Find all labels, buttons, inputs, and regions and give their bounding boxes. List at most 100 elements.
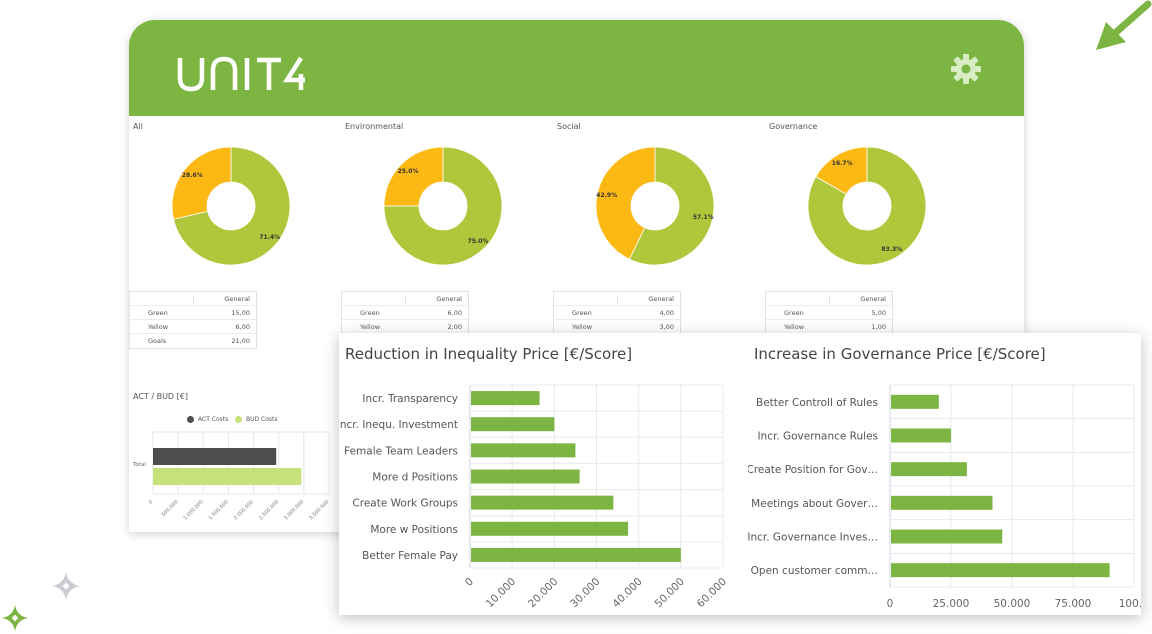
y-category-label: Total	[132, 462, 146, 468]
x-tick-label: 40.000	[610, 576, 644, 610]
act-bud-chart-panel: ACT / BUD [€] ACT Costs BUD Costs 0 500.0…	[129, 386, 339, 532]
legend-item-act[interactable]: ACT Costs	[187, 416, 228, 423]
summary-table-social: General Green 4,00 Yellow 3,00	[553, 291, 681, 335]
donut-title: All	[133, 122, 143, 131]
column-header: General	[860, 294, 886, 303]
unit4-logo: UNIT4	[177, 56, 305, 92]
column-header: General	[224, 294, 250, 303]
donut-segment-yellow[interactable]	[383, 146, 444, 207]
column-header: General	[648, 294, 674, 303]
bar[interactable]	[471, 547, 681, 562]
y-category-label: Create Work Groups	[352, 498, 458, 510]
x-tick-label: 20.000	[526, 576, 560, 610]
donut-segment-yellow[interactable]	[171, 146, 232, 220]
x-tick-label: 25.000	[933, 598, 970, 610]
x-tick-label: 0	[463, 576, 476, 589]
x-tick-label: 1.000.000	[182, 499, 204, 521]
summary-table-environmental: General Green 6,00 Yellow 2,00	[341, 291, 469, 335]
row-value: 1,00	[871, 323, 886, 331]
donut-data-label: 71.4%	[259, 234, 280, 241]
y-category-label: Incr. Governance Rules	[757, 431, 878, 443]
table-row: Green 6,00	[342, 306, 468, 320]
donut-title: Social	[557, 122, 581, 131]
y-category-label: Female Team Leaders	[344, 445, 458, 457]
bar[interactable]	[471, 417, 555, 432]
arrow-down-left-icon	[1096, 0, 1152, 50]
y-category-label: Incr. Governance Inves…	[748, 532, 878, 544]
legend-dot	[235, 416, 242, 423]
donut-chart: 57.1% 42.9%	[595, 146, 715, 266]
summary-table-governance: General Green 5,00 Yellow 1,00	[765, 291, 893, 335]
table-row: Green 15,00	[130, 306, 256, 320]
x-tick-label: 2.500.000	[258, 499, 280, 521]
row-value: 21,00	[231, 337, 250, 345]
row-value: 15,00	[231, 308, 250, 317]
bar[interactable]	[891, 495, 993, 510]
table-row: Yellow 6,00	[130, 320, 256, 334]
table-row: Yellow 3,00	[554, 320, 680, 334]
row-value: 4,00	[659, 308, 674, 317]
bar[interactable]	[471, 443, 576, 458]
row-label: Goals	[148, 337, 167, 345]
x-tick-label: 0	[148, 499, 154, 505]
row-label: Green	[784, 308, 804, 317]
x-tick-label: 50.000	[994, 598, 1031, 610]
chart-title: ACT / BUD [€]	[133, 392, 188, 401]
bar[interactable]	[891, 428, 951, 443]
table-row: Green 5,00	[766, 306, 892, 320]
bar-bud-costs[interactable]	[153, 468, 302, 485]
sparkle-icon	[52, 572, 80, 600]
x-tick-label: 2.000.000	[233, 499, 255, 521]
table-row: Yellow 2,00	[342, 320, 468, 334]
bar[interactable]	[471, 469, 580, 484]
bar[interactable]	[471, 495, 614, 510]
donut-data-label: 28.6%	[182, 172, 203, 179]
row-label: Yellow	[572, 323, 593, 331]
act-bud-bar-chart: 0 500.000 1.000.000 1.500.000 2.000.000 2.500…	[132, 431, 330, 521]
bar-act-costs[interactable]	[153, 448, 277, 465]
x-tick-label: 1.500.000	[208, 499, 230, 521]
donut-chart: 83.3% 16.7%	[807, 146, 927, 266]
donut-chart: 75.0% 25.0%	[383, 146, 503, 266]
x-tick-label: 3.500.000	[308, 499, 330, 521]
inequality-price-chart: Reduction in Inequality Price [€/Score] …	[339, 333, 739, 615]
x-tick-label: 10.000	[484, 576, 518, 610]
x-tick-label: 0	[887, 598, 894, 610]
row-label: Yellow	[360, 323, 381, 331]
x-tick-label: 100…	[1119, 598, 1141, 610]
y-category-label: Meetings about Gover…	[751, 498, 878, 510]
column-header: General	[436, 294, 462, 303]
x-tick-label: 60.000	[695, 576, 729, 610]
y-category-label: Better Controll of Rules	[756, 397, 878, 409]
legend-label: ACT Costs	[198, 416, 229, 423]
y-category-label: More w Positions	[370, 524, 458, 536]
donut-data-label: 83.3%	[881, 246, 902, 253]
bar[interactable]	[891, 563, 1110, 578]
legend-item-bud[interactable]: BUD Costs	[235, 416, 278, 423]
donut-title: Governance	[769, 122, 818, 131]
donut-data-label: 57.1%	[693, 214, 714, 221]
donut-data-label: 42.9%	[596, 192, 617, 199]
row-value: 6,00	[235, 322, 250, 331]
app-header: UNIT4	[129, 20, 1024, 116]
x-tick-label: 500.000	[161, 499, 180, 518]
bar[interactable]	[471, 521, 629, 536]
row-label: Green	[148, 308, 168, 317]
x-tick-label: 50.000	[652, 576, 686, 610]
table-row: Green 4,00	[554, 306, 680, 320]
y-category-label: Better Female Pay	[362, 550, 458, 562]
donut-data-label: 75.0%	[468, 238, 489, 245]
bar[interactable]	[891, 462, 967, 477]
y-category-label: Incr. Transparency	[362, 393, 458, 405]
legend-label: BUD Costs	[246, 416, 278, 423]
row-value: 2,00	[447, 323, 462, 331]
donut-title: Environmental	[345, 122, 404, 131]
bar[interactable]	[891, 529, 1003, 544]
row-value: 5,00	[871, 308, 886, 317]
bar[interactable]	[891, 394, 939, 409]
donut-data-label: 16.7%	[832, 160, 853, 167]
legend-dot	[187, 416, 194, 423]
table-row: Goals 21,00	[130, 334, 256, 348]
gear-icon[interactable]	[949, 52, 983, 86]
bar[interactable]	[471, 391, 540, 406]
